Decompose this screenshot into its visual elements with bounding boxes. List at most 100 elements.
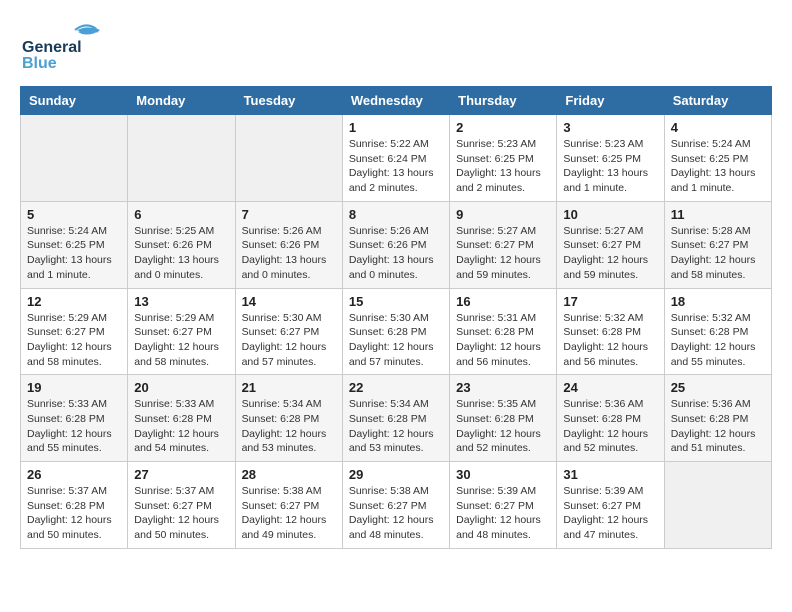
calendar-cell: 12 Sunrise: 5:29 AM Sunset: 6:27 PM Dayli…	[21, 288, 128, 375]
day-detail: Sunrise: 5:39 AM Sunset: 6:27 PM Dayligh…	[563, 484, 657, 543]
day-number: 12	[27, 294, 121, 309]
day-number: 18	[671, 294, 765, 309]
day-number: 22	[349, 380, 443, 395]
calendar-cell: 20Sunrise: 5:33 AM Sunset: 6:28 PM Dayli…	[128, 375, 235, 462]
calendar-cell: 28Sunrise: 5:38 AM Sunset: 6:27 PM Dayli…	[235, 462, 342, 549]
calendar-cell: 2Sunrise: 5:23 AM Sunset: 6:25 PM Daylig…	[450, 115, 557, 202]
day-detail: Sunrise: 5:35 AM Sunset: 6:28 PM Dayligh…	[456, 397, 550, 456]
calendar-cell: 24 Sunrise: 5:36 AM Sunset: 6:28 PM Dayli…	[557, 375, 664, 462]
day-number: 15	[349, 294, 443, 309]
day-number: 25	[671, 380, 765, 395]
day-number: 24	[563, 380, 657, 395]
page-header: General Blue	[20, 20, 772, 70]
day-number: 17	[563, 294, 657, 309]
calendar-cell: 5 Sunrise: 5:24 AM Sunset: 6:25 PM Daylig…	[21, 201, 128, 288]
svg-text:General: General	[22, 39, 82, 56]
calendar-cell: 16Sunrise: 5:31 AM Sunset: 6:28 PM Dayli…	[450, 288, 557, 375]
weekday-header: Monday	[128, 87, 235, 115]
day-number: 5	[27, 207, 121, 222]
calendar-cell: 3 Sunrise: 5:23 AM Sunset: 6:25 PM Daylig…	[557, 115, 664, 202]
calendar-week-row: 12 Sunrise: 5:29 AM Sunset: 6:27 PM Dayli…	[21, 288, 772, 375]
day-detail: Sunrise: 5:34 AM Sunset: 6:28 PM Dayligh…	[349, 397, 443, 456]
day-number: 4	[671, 120, 765, 135]
weekday-header: Tuesday	[235, 87, 342, 115]
day-detail: Sunrise: 5:23 AM Sunset: 6:25 PM Dayligh…	[456, 137, 550, 196]
day-number: 29	[349, 467, 443, 482]
day-number: 10	[563, 207, 657, 222]
calendar-cell	[21, 115, 128, 202]
calendar-cell: 17 Sunrise: 5:32 AM Sunset: 6:28 PM Dayli…	[557, 288, 664, 375]
day-detail: Sunrise: 5:33 AM Sunset: 6:28 PM Dayligh…	[27, 397, 121, 456]
day-number: 3	[563, 120, 657, 135]
calendar-cell: 9 Sunrise: 5:27 AM Sunset: 6:27 PM Daylig…	[450, 201, 557, 288]
day-number: 14	[242, 294, 336, 309]
day-detail: Sunrise: 5:33 AM Sunset: 6:28 PM Dayligh…	[134, 397, 228, 456]
day-detail: Sunrise: 5:36 AM Sunset: 6:28 PM Dayligh…	[671, 397, 765, 456]
day-detail: Sunrise: 5:32 AM Sunset: 6:28 PM Dayligh…	[563, 311, 657, 370]
calendar-cell: 27Sunrise: 5:37 AM Sunset: 6:27 PM Dayli…	[128, 462, 235, 549]
day-number: 21	[242, 380, 336, 395]
day-detail: Sunrise: 5:32 AM Sunset: 6:28 PM Dayligh…	[671, 311, 765, 370]
weekday-header: Wednesday	[342, 87, 449, 115]
weekday-header: Thursday	[450, 87, 557, 115]
day-detail: Sunrise: 5:27 AM Sunset: 6:27 PM Dayligh…	[563, 224, 657, 283]
logo-svg: General Blue	[20, 20, 110, 70]
day-number: 26	[27, 467, 121, 482]
calendar-cell: 6 Sunrise: 5:25 AM Sunset: 6:26 PM Daylig…	[128, 201, 235, 288]
weekday-header: Friday	[557, 87, 664, 115]
day-number: 7	[242, 207, 336, 222]
calendar-cell: 13 Sunrise: 5:29 AM Sunset: 6:27 PM Dayli…	[128, 288, 235, 375]
day-detail: Sunrise: 5:31 AM Sunset: 6:28 PM Dayligh…	[456, 311, 550, 370]
day-detail: Sunrise: 5:29 AM Sunset: 6:27 PM Dayligh…	[27, 311, 121, 370]
calendar-week-row: 26 Sunrise: 5:37 AM Sunset: 6:28 PM Dayli…	[21, 462, 772, 549]
day-number: 6	[134, 207, 228, 222]
day-detail: Sunrise: 5:22 AM Sunset: 6:24 PM Dayligh…	[349, 137, 443, 196]
calendar-cell: 18 Sunrise: 5:32 AM Sunset: 6:28 PM Dayli…	[664, 288, 771, 375]
calendar-week-row: 1 Sunrise: 5:22 AM Sunset: 6:24 PM Daylig…	[21, 115, 772, 202]
calendar-cell: 15 Sunrise: 5:30 AM Sunset: 6:28 PM Dayli…	[342, 288, 449, 375]
day-number: 8	[349, 207, 443, 222]
svg-text:Blue: Blue	[22, 55, 57, 70]
calendar-header: SundayMondayTuesdayWednesdayThursdayFrid…	[21, 87, 772, 115]
calendar-cell: 22 Sunrise: 5:34 AM Sunset: 6:28 PM Dayli…	[342, 375, 449, 462]
day-number: 23	[456, 380, 550, 395]
day-detail: Sunrise: 5:28 AM Sunset: 6:27 PM Dayligh…	[671, 224, 765, 283]
day-detail: Sunrise: 5:39 AM Sunset: 6:27 PM Dayligh…	[456, 484, 550, 543]
day-number: 30	[456, 467, 550, 482]
day-detail: Sunrise: 5:25 AM Sunset: 6:26 PM Dayligh…	[134, 224, 228, 283]
day-detail: Sunrise: 5:27 AM Sunset: 6:27 PM Dayligh…	[456, 224, 550, 283]
calendar-cell: 31Sunrise: 5:39 AM Sunset: 6:27 PM Dayli…	[557, 462, 664, 549]
calendar-cell: 26 Sunrise: 5:37 AM Sunset: 6:28 PM Dayli…	[21, 462, 128, 549]
day-number: 19	[27, 380, 121, 395]
calendar-cell	[235, 115, 342, 202]
day-number: 1	[349, 120, 443, 135]
calendar-cell: 1 Sunrise: 5:22 AM Sunset: 6:24 PM Daylig…	[342, 115, 449, 202]
calendar-cell: 30 Sunrise: 5:39 AM Sunset: 6:27 PM Dayli…	[450, 462, 557, 549]
calendar-cell: 8 Sunrise: 5:26 AM Sunset: 6:26 PM Daylig…	[342, 201, 449, 288]
calendar-week-row: 5 Sunrise: 5:24 AM Sunset: 6:25 PM Daylig…	[21, 201, 772, 288]
day-detail: Sunrise: 5:36 AM Sunset: 6:28 PM Dayligh…	[563, 397, 657, 456]
calendar-cell: 25 Sunrise: 5:36 AM Sunset: 6:28 PM Dayli…	[664, 375, 771, 462]
day-detail: Sunrise: 5:29 AM Sunset: 6:27 PM Dayligh…	[134, 311, 228, 370]
calendar-cell: 21Sunrise: 5:34 AM Sunset: 6:28 PM Dayli…	[235, 375, 342, 462]
day-detail: Sunrise: 5:24 AM Sunset: 6:25 PM Dayligh…	[27, 224, 121, 283]
day-detail: Sunrise: 5:37 AM Sunset: 6:27 PM Dayligh…	[134, 484, 228, 543]
day-detail: Sunrise: 5:38 AM Sunset: 6:27 PM Dayligh…	[242, 484, 336, 543]
calendar-cell: 14 Sunrise: 5:30 AM Sunset: 6:27 PM Dayli…	[235, 288, 342, 375]
logo: General Blue	[20, 20, 110, 70]
calendar-cell: 7Sunrise: 5:26 AM Sunset: 6:26 PM Daylig…	[235, 201, 342, 288]
weekday-header-row: SundayMondayTuesdayWednesdayThursdayFrid…	[21, 87, 772, 115]
day-detail: Sunrise: 5:24 AM Sunset: 6:25 PM Dayligh…	[671, 137, 765, 196]
day-number: 13	[134, 294, 228, 309]
day-detail: Sunrise: 5:30 AM Sunset: 6:27 PM Dayligh…	[242, 311, 336, 370]
day-detail: Sunrise: 5:37 AM Sunset: 6:28 PM Dayligh…	[27, 484, 121, 543]
day-detail: Sunrise: 5:30 AM Sunset: 6:28 PM Dayligh…	[349, 311, 443, 370]
day-detail: Sunrise: 5:23 AM Sunset: 6:25 PM Dayligh…	[563, 137, 657, 196]
calendar-week-row: 19 Sunrise: 5:33 AM Sunset: 6:28 PM Dayli…	[21, 375, 772, 462]
calendar-cell	[664, 462, 771, 549]
calendar-cell: 19 Sunrise: 5:33 AM Sunset: 6:28 PM Dayli…	[21, 375, 128, 462]
day-number: 9	[456, 207, 550, 222]
day-detail: Sunrise: 5:26 AM Sunset: 6:26 PM Dayligh…	[349, 224, 443, 283]
weekday-header: Saturday	[664, 87, 771, 115]
calendar-cell: 23 Sunrise: 5:35 AM Sunset: 6:28 PM Dayli…	[450, 375, 557, 462]
